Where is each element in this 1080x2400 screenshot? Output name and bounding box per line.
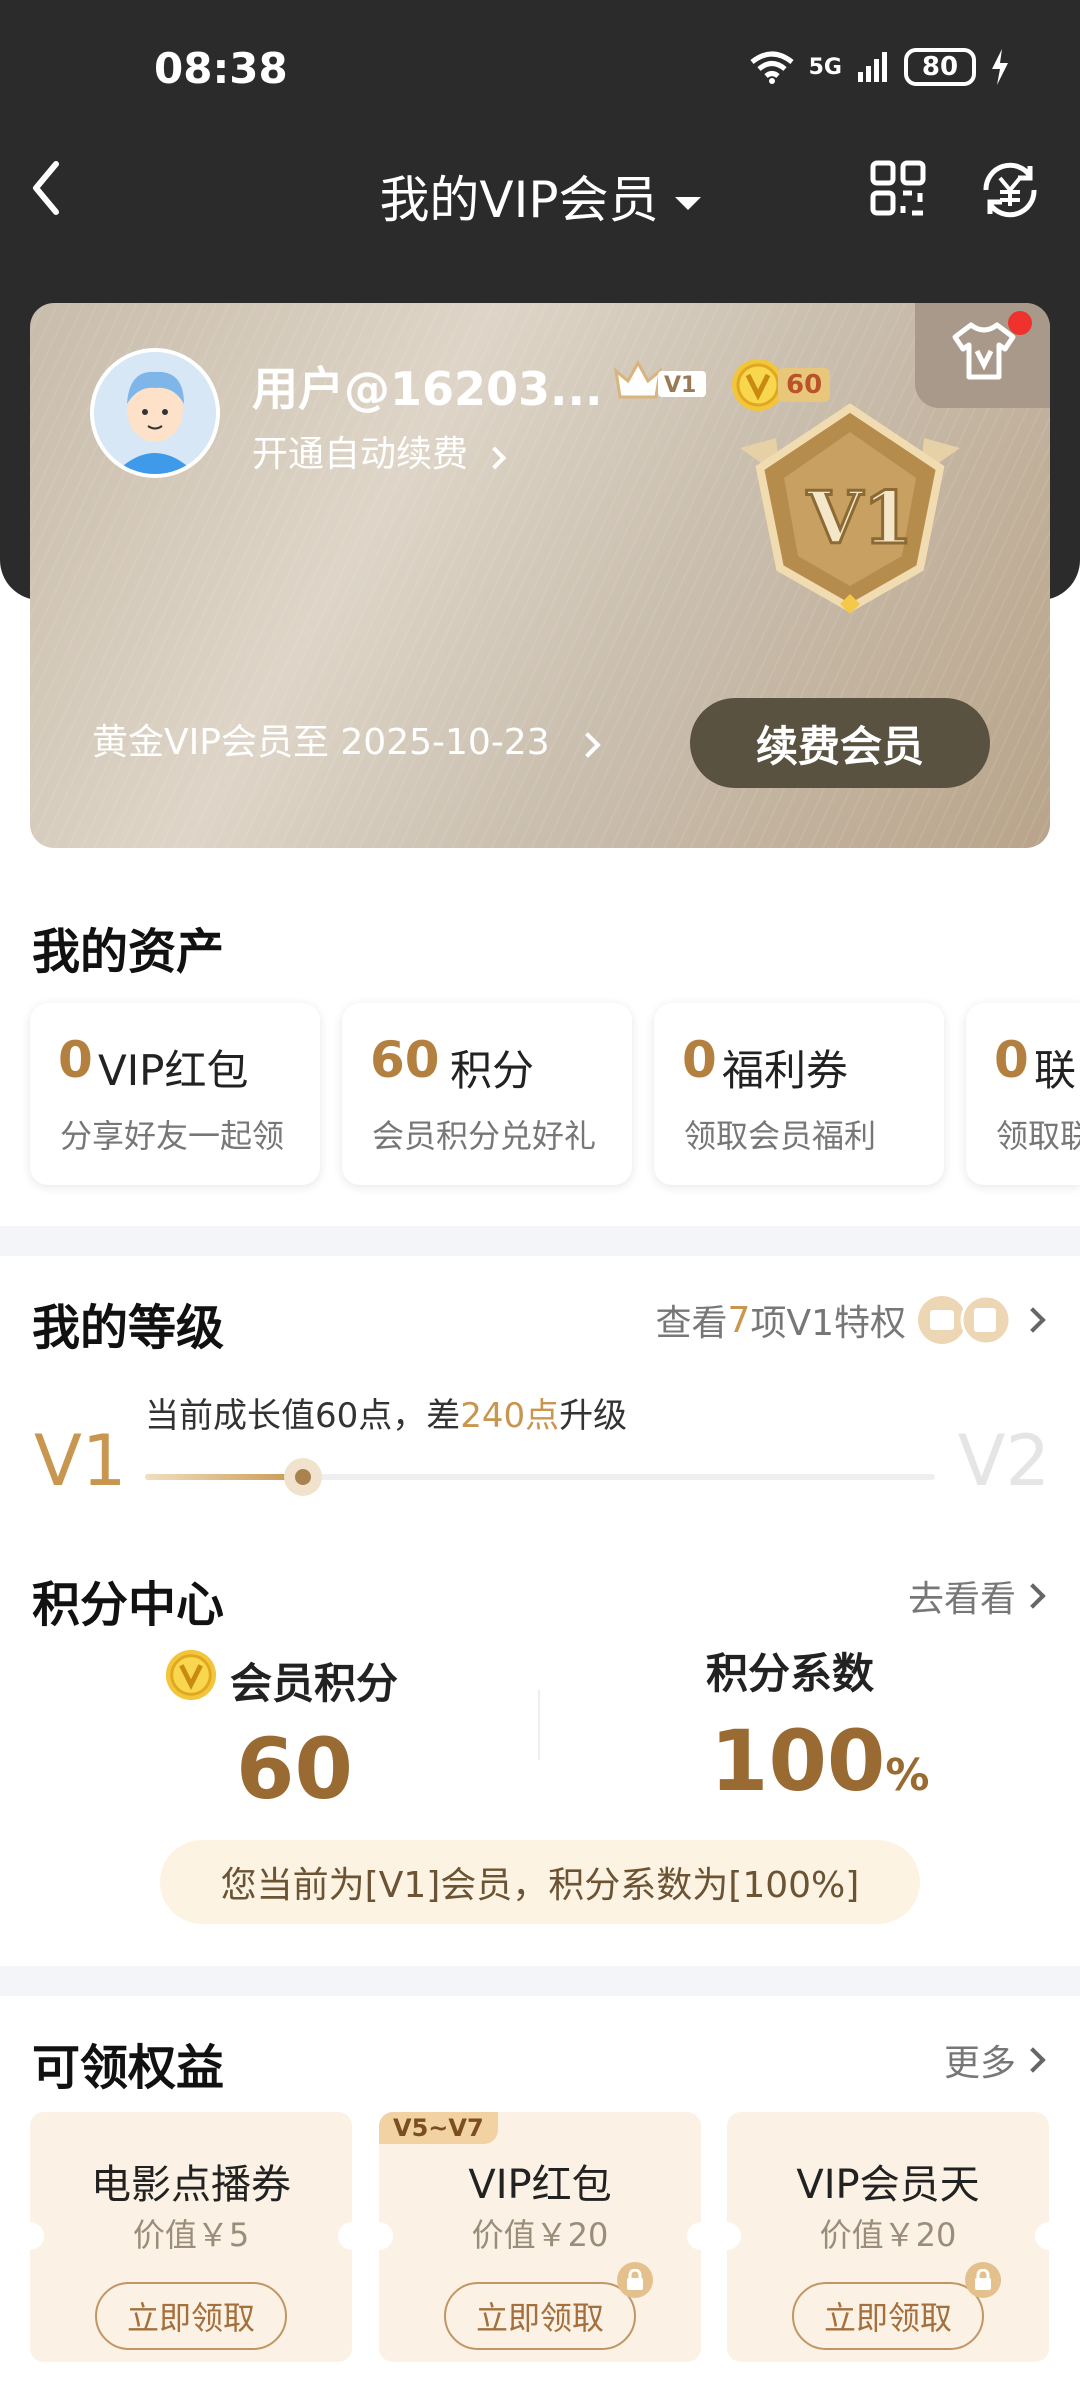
benefit-name: VIP红包 [468,2162,612,2208]
expiry-text: 黄金VIP会员至 2025-10-23 [92,722,550,763]
network-label: 5G [808,54,842,80]
asset-welfare-coupon[interactable]: 0 福利券 领取会员福利 [654,1003,944,1185]
svg-text:V1: V1 [664,373,696,398]
chevron-right-icon [1020,2047,1046,2073]
outfit-button[interactable] [915,303,1050,408]
growth-tip-suffix: 升级 [559,1396,628,1436]
section-divider [0,1226,1080,1256]
benefit-card-redpacket: V5~V7 VIP红包 价值￥20 立即领取 [365,2112,715,2362]
asset-sub: 领取联 [996,1117,1080,1155]
growth-tip: 当前成长值60点，差240点升级 [145,1388,627,1437]
asset-points[interactable]: 60 积分 会员积分兑好礼 [342,1003,632,1185]
go-see-link[interactable]: 去看看 [907,1570,1046,1622]
page-title-text: 我的VIP会员 [379,171,659,229]
level-range-tag: V5~V7 [379,2112,498,2144]
tshirt-icon [952,322,1016,380]
more-benefits-link[interactable]: 更多 [943,2034,1046,2086]
status-icons: 5G 80 [749,48,1010,86]
avatar[interactable] [90,348,220,478]
crown-badge-icon: V1 [613,359,706,399]
expiry-link[interactable]: 黄金VIP会员至 2025-10-23 [92,713,601,765]
privileges-link-prefix: 查看 [655,1303,728,1344]
member-points-label: 会员积分 [230,1659,399,1708]
chevron-right-icon [1020,1583,1046,1609]
coin-count: 60 [778,368,831,402]
chevron-right-icon [575,732,601,758]
lock-icon [617,2262,653,2298]
emblem-label: V1 [806,475,913,560]
points-coefficient: 100% [710,1712,929,1810]
growth-tip-prefix: 当前成长值60点，差 [145,1396,461,1436]
claim-button[interactable]: 立即领取 [444,2282,636,2350]
chevron-right-icon [1020,1307,1046,1333]
username: 用户@16203... [252,362,603,416]
view-privileges-link[interactable]: 查看 7 项V1特权 [655,1292,1046,1348]
asset-value: 0 [682,1031,717,1089]
benefit-name: 电影点播券 [91,2162,291,2208]
level-title: 我的等级 [32,1300,225,1356]
next-level: V2 [957,1420,1050,1502]
scan-code-icon[interactable] [870,160,926,216]
assets-title: 我的资产 [32,924,225,980]
benefit-card-movie: 电影点播券 价值￥5 立即领取 [16,2112,366,2362]
benefits-title: 可领权益 [32,2040,225,2096]
asset-label: 福利券 [722,1046,849,1095]
signal-icon [858,52,887,82]
asset-sub: 领取会员福利 [684,1117,877,1155]
avatar-image-icon [94,352,216,474]
chevron-right-icon [484,446,507,470]
benefit-value: 价值￥20 [471,2216,609,2254]
privileges-link-suffix: 项V1特权 [750,1303,906,1344]
section-divider [0,1966,1080,1996]
points-coefficient-value: 100 [710,1712,886,1810]
renew-membership-button[interactable]: 续费会员 [690,698,990,788]
asset-value: 0 [58,1031,93,1089]
asset-value: 0 [994,1031,1029,1089]
more-label: 更多 [943,2043,1016,2084]
battery-level: 80 [921,52,959,82]
auto-renew-label: 开通自动续费 [252,434,469,475]
v1-emblem-icon: V1 [740,403,960,614]
level-progress-track [145,1458,935,1496]
asset-sub: 会员积分兑好礼 [372,1117,597,1155]
privilege-icons [918,1294,1012,1346]
status-time: 08:38 [154,44,288,93]
member-points-value: 60 [236,1720,353,1818]
asset-label: 联 [1034,1046,1077,1095]
v-coin-icon [165,1649,217,1701]
asset-sub: 分享好友一起领 [60,1117,285,1155]
auto-renew-link[interactable]: 开通自动续费 [252,425,507,477]
currency-exchange-icon[interactable] [978,160,1042,220]
wifi-icon [750,51,794,84]
level-badge: V1 [612,357,710,409]
level-progress-marker [284,1458,322,1496]
asset-vip-redpacket[interactable]: 0 VIP红包 分享好友一起领 [30,1003,320,1185]
current-level: V1 [34,1420,127,1502]
lock-icon [965,2262,1001,2298]
points-coefficient-unit: % [885,1750,930,1801]
claim-button[interactable]: 立即领取 [95,2282,287,2350]
charging-icon [992,49,1008,85]
level-progress-fill [145,1474,303,1480]
notification-dot [1008,311,1032,335]
asset-label: VIP红包 [98,1046,249,1095]
asset-label: 积分 [450,1046,535,1095]
benefit-card-memberday: VIP会员天 价值￥20 立即领取 [713,2112,1063,2362]
benefit-value: 价值￥5 [132,2216,250,2254]
asset-joint[interactable]: 0 联 领取联 [966,1003,1080,1185]
points-info-banner: 您当前为[V1]会员，积分系数为[100%] [160,1840,920,1924]
privileges-count: 7 [727,1299,751,1341]
benefit-value: 价值￥20 [819,2216,957,2254]
go-see-label: 去看看 [907,1579,1016,1620]
points-title: 积分中心 [32,1577,225,1633]
claim-button[interactable]: 立即领取 [792,2282,984,2350]
points-coefficient-label: 积分系数 [706,1649,875,1698]
vip-card: 用户@16203... V1 60 开通自动续费 V1 黄金VIP会员至 202… [30,303,1050,848]
growth-tip-highlight: 240点 [460,1396,560,1436]
benefit-name: VIP会员天 [796,2162,980,2208]
asset-value: 60 [370,1031,440,1089]
dropdown-caret-icon [674,197,701,210]
battery-indicator: 80 [904,48,976,86]
points-separator [538,1690,540,1760]
